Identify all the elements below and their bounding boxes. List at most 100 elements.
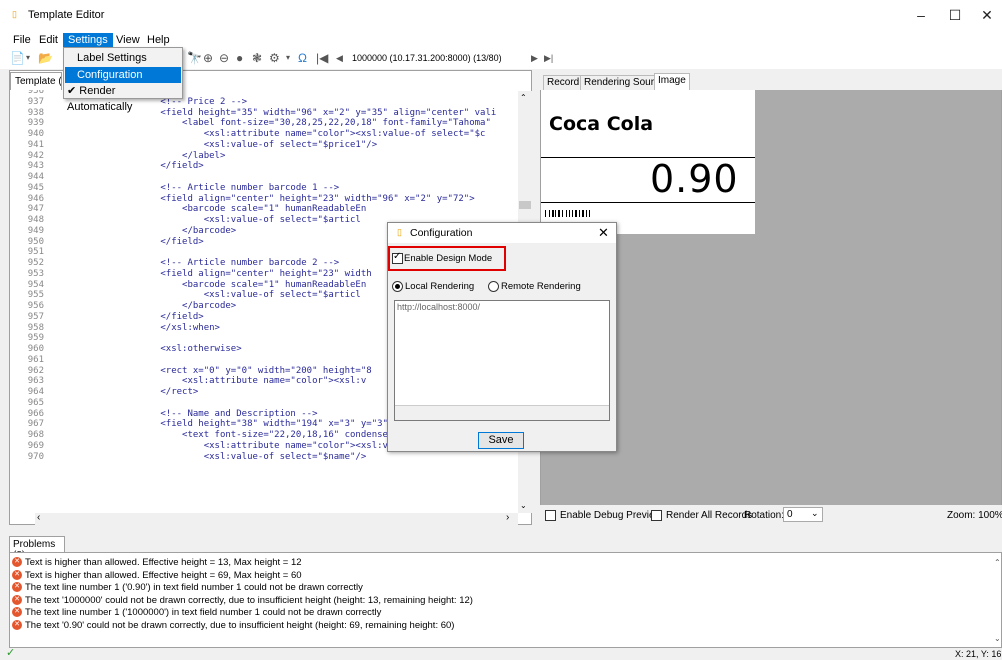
last-record-icon[interactable]: ▶| [544,50,553,66]
menu-item-configuration[interactable]: Configuration [65,67,181,83]
tab-template[interactable]: Template (de [10,72,62,90]
line-number: 936 [27,90,44,96]
gear-dropdown-icon[interactable]: ▾ [286,50,290,66]
save-button[interactable]: Save [478,432,524,449]
barcode-bar [585,210,587,217]
render-icon[interactable]: ❃ [252,50,262,66]
prev-record-icon[interactable]: ◀ [336,50,343,66]
problem-text: Text is higher than allowed. Effective h… [25,569,302,581]
barcode-bar [565,210,567,217]
code-line: <xsl:value-of select="$articl [52,215,361,225]
minimize-button[interactable]: – [904,4,938,28]
local-rendering-radio[interactable] [392,280,403,292]
tab-image[interactable]: Image [654,73,690,90]
problem-item[interactable]: ✕ The text line number 1 ('1000000') in t… [12,607,381,619]
menu-item-render-automatically[interactable]: ✔ Render Automatically [65,83,181,113]
code-line: <barcode scale="1" humanReadableEn [52,204,367,215]
server-url-input[interactable]: http://localhost:8000/ [394,300,610,421]
code-line: </xsl:when> [52,322,220,333]
dialog-close-icon[interactable]: ✕ [598,225,609,241]
problem-item[interactable]: ✕ The text line number 1 ('0.90') in text… [12,582,363,594]
barcode-bar [568,210,570,217]
menu-view[interactable]: View [111,33,145,47]
server-url-value: http://localhost:8000/ [397,302,481,312]
editor-horizontal-scrollbar[interactable]: ‹ › [35,512,518,525]
problems-scroll-down-icon[interactable]: ⌄ [994,634,1001,643]
code-line: </label> [52,150,226,161]
zoom-out-icon[interactable]: ⊖ [219,50,229,66]
scroll-up-icon[interactable]: ⌃ [520,93,527,102]
problem-item[interactable]: ✕ Text is higher than allowed. Effective … [12,570,302,582]
problem-item[interactable]: ✕ Text is higher than allowed. Effective … [12,557,302,569]
scroll-down-icon[interactable]: ⌄ [520,501,527,510]
scroll-left-icon[interactable]: ‹ [37,512,40,523]
rotation-select[interactable]: 0 ⌄ [783,507,823,522]
rotation-value: 0 [787,509,793,520]
zoom-in-icon[interactable]: ⊕ [203,50,213,66]
problem-item[interactable]: ✕ The text '1000000' could not be drawn c… [12,595,473,607]
barcode-bar [589,210,591,217]
preview-tabs: Record Rendering Source Image [540,73,1002,90]
maximize-button[interactable]: ☐ [938,4,972,28]
line-number: 962 [27,365,44,376]
next-record-icon[interactable]: ▶ [531,50,538,66]
menu-help[interactable]: Help [142,33,175,47]
problem-text: The text line number 1 ('1000000') in te… [25,607,382,618]
zoom-level: Zoom: 100% [947,510,1002,521]
settings-dropdown-menu: Label Settings Configuration ✔ Render Au… [63,47,183,113]
line-number: 969 [27,440,44,451]
line-number: 956 [27,301,44,311]
close-button[interactable]: ✕ [970,4,1002,28]
scroll-right-icon[interactable]: › [506,512,509,523]
barcode-bar [545,210,546,217]
title-bar: ▯ Template Editor – ☐ ✕ [0,0,1002,32]
open-folder-icon[interactable]: 📂 [38,50,53,66]
remote-rendering-radio[interactable] [488,280,499,292]
render-all-checkbox[interactable] [651,509,662,521]
first-record-icon[interactable]: |◀ [316,50,328,66]
stop-icon[interactable]: ● [236,50,243,66]
line-number: 963 [27,376,44,387]
problem-item[interactable]: ✕ The text '0.90' could not be drawn corr… [12,620,454,632]
status-ok-icon: ✓ [6,647,16,659]
line-number: 965 [27,397,44,408]
problem-text: Text is higher than allowed. Effective h… [25,557,302,568]
menu-item-label-settings[interactable]: Label Settings [65,50,181,66]
problem-text: The text line number 1 ('0.90') in text … [25,582,363,593]
local-rendering-label: Local Rendering [405,281,475,292]
menu-file[interactable]: File [8,33,36,47]
barcode-bar [562,210,563,217]
new-file-icon[interactable]: 📄 [10,50,25,66]
menu-settings[interactable]: Settings [63,33,113,47]
find-icon[interactable]: 🔭 [187,50,202,66]
code-line: <field align="center" height="23" width [52,268,372,279]
omega-icon[interactable]: Ω [298,50,307,66]
error-icon: ✕ [12,557,22,568]
menu-bar: File Edit Settings View Help [0,32,1002,47]
menu-edit[interactable]: Edit [34,33,63,47]
barcode-bar [579,210,580,217]
design-mode-checkbox[interactable] [392,251,403,264]
settings-gear-icon[interactable]: ⚙ [269,50,280,66]
line-number: 952 [27,258,44,268]
tab-record[interactable]: Record [543,75,584,90]
line-number: 937 [27,96,44,107]
line-number: 958 [27,322,44,333]
error-icon: ✕ [12,582,22,593]
line-number: 961 [27,354,44,365]
code-line: <xsl:attribute name="color"><xsl:v [52,376,367,387]
line-number: 951 [27,247,44,258]
new-dropdown-icon[interactable]: ▾ [26,50,30,66]
line-number: 967 [27,419,44,430]
barcode-bar [548,210,550,217]
divider [541,202,755,203]
tab-problems[interactable]: Problems (8) [9,536,65,561]
line-number: 949 [27,225,44,236]
line-number: 966 [27,408,44,419]
scroll-thumb[interactable] [519,201,531,209]
code-line: <!-- Article number barcode 2 --> [52,258,340,268]
debug-preview-checkbox[interactable] [545,509,556,521]
code-line: <xsl:value-of select="$name"/> [52,451,367,462]
url-scrollbar[interactable] [395,405,609,420]
problems-scroll-up-icon[interactable]: ⌃ [994,558,1001,567]
